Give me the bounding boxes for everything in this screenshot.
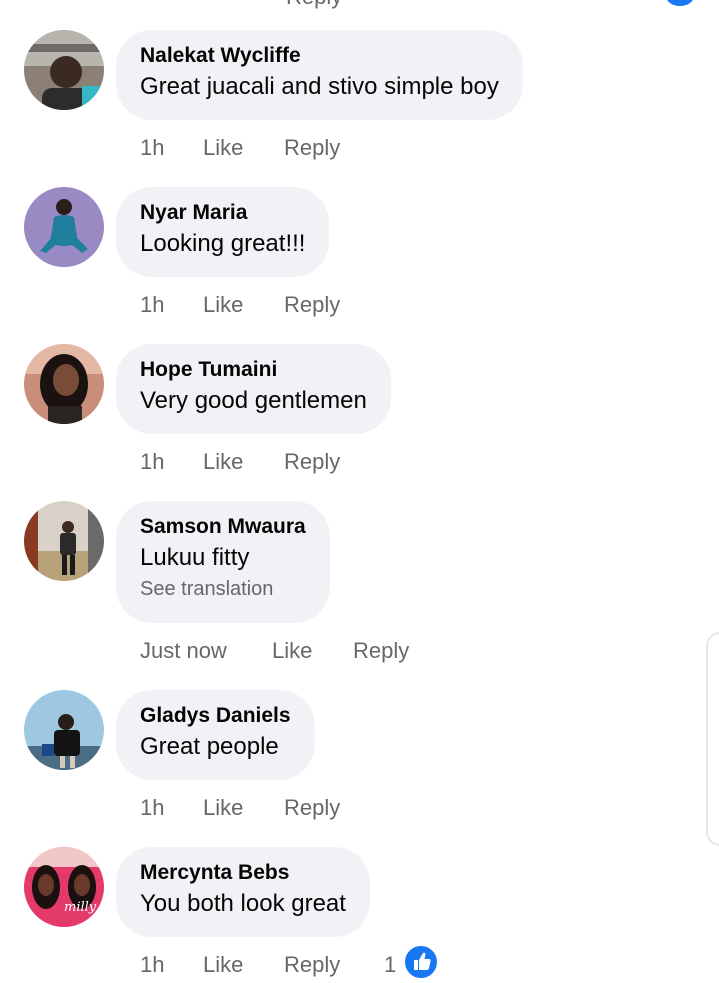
comment-time[interactable]: 1h (140, 952, 164, 978)
avatar-photo (24, 501, 104, 581)
thumbs-up-icon[interactable] (403, 944, 439, 980)
comment-time[interactable]: Just now (140, 638, 227, 664)
comment-bubble: Samson Mwaura Lukuu fitty See translatio… (116, 501, 330, 623)
reply-button[interactable]: Reply (284, 952, 340, 978)
avatar[interactable] (24, 344, 104, 424)
avatar-photo: milly (24, 847, 104, 927)
comment-text: Great people (140, 733, 279, 760)
avatar-photo (24, 690, 104, 770)
reaction-count[interactable]: 1 (384, 952, 396, 978)
comment-text: Very good gentlemen (140, 387, 367, 414)
comment-bubble: Mercynta Bebs You both look great (116, 847, 370, 937)
comment-time[interactable]: 1h (140, 795, 164, 821)
avatar[interactable]: milly (24, 847, 104, 927)
comment-time[interactable]: 1h (140, 135, 164, 161)
top-reply-fragment[interactable]: Reply (286, 0, 342, 10)
avatar-photo (24, 30, 104, 110)
scroll-indicator-dot (666, 0, 694, 6)
avatar-photo (24, 187, 104, 267)
avatar[interactable] (24, 30, 104, 110)
like-button[interactable]: Like (272, 638, 312, 664)
comment-text: Looking great!!! (140, 230, 306, 257)
comment-text: Lukuu fitty (140, 544, 250, 571)
comment-time[interactable]: 1h (140, 292, 164, 318)
comment-text: You both look great (140, 890, 346, 917)
comment-bubble: Nyar Maria Looking great!!! (116, 187, 330, 277)
comment-author[interactable]: Nalekat Wycliffe (140, 42, 499, 70)
avatar[interactable] (24, 690, 104, 770)
reply-button[interactable]: Reply (284, 795, 340, 821)
comment-author[interactable]: Nyar Maria (140, 199, 305, 227)
like-button[interactable]: Like (203, 952, 243, 978)
like-button[interactable]: Like (203, 135, 243, 161)
comment-bubble: Hope Tumaini Very good gentlemen (116, 344, 391, 434)
reply-button[interactable]: Reply (353, 638, 409, 664)
comment-text: Great juacali and stivo simple boy (140, 73, 499, 100)
avatar-photo (24, 344, 104, 424)
avatar-overlay-text: milly (64, 900, 97, 915)
comment-bubble: Gladys Daniels Great people (116, 690, 315, 780)
comment-author[interactable]: Mercynta Bebs (140, 859, 346, 887)
reply-button[interactable]: Reply (284, 449, 340, 475)
like-button[interactable]: Like (203, 795, 243, 821)
like-button[interactable]: Like (203, 449, 243, 475)
comment-time[interactable]: 1h (140, 449, 164, 475)
comment-bubble: Nalekat Wycliffe Great juacali and stivo… (116, 30, 523, 120)
side-panel-edge (706, 632, 719, 846)
avatar[interactable] (24, 501, 104, 581)
like-button[interactable]: Like (203, 292, 243, 318)
reply-button[interactable]: Reply (284, 292, 340, 318)
comment-author[interactable]: Gladys Daniels (140, 702, 291, 730)
see-translation-link[interactable]: See translation (140, 575, 306, 603)
comment-author[interactable]: Hope Tumaini (140, 356, 367, 384)
comment-author[interactable]: Samson Mwaura (140, 513, 306, 541)
reply-button[interactable]: Reply (284, 135, 340, 161)
avatar[interactable] (24, 187, 104, 267)
